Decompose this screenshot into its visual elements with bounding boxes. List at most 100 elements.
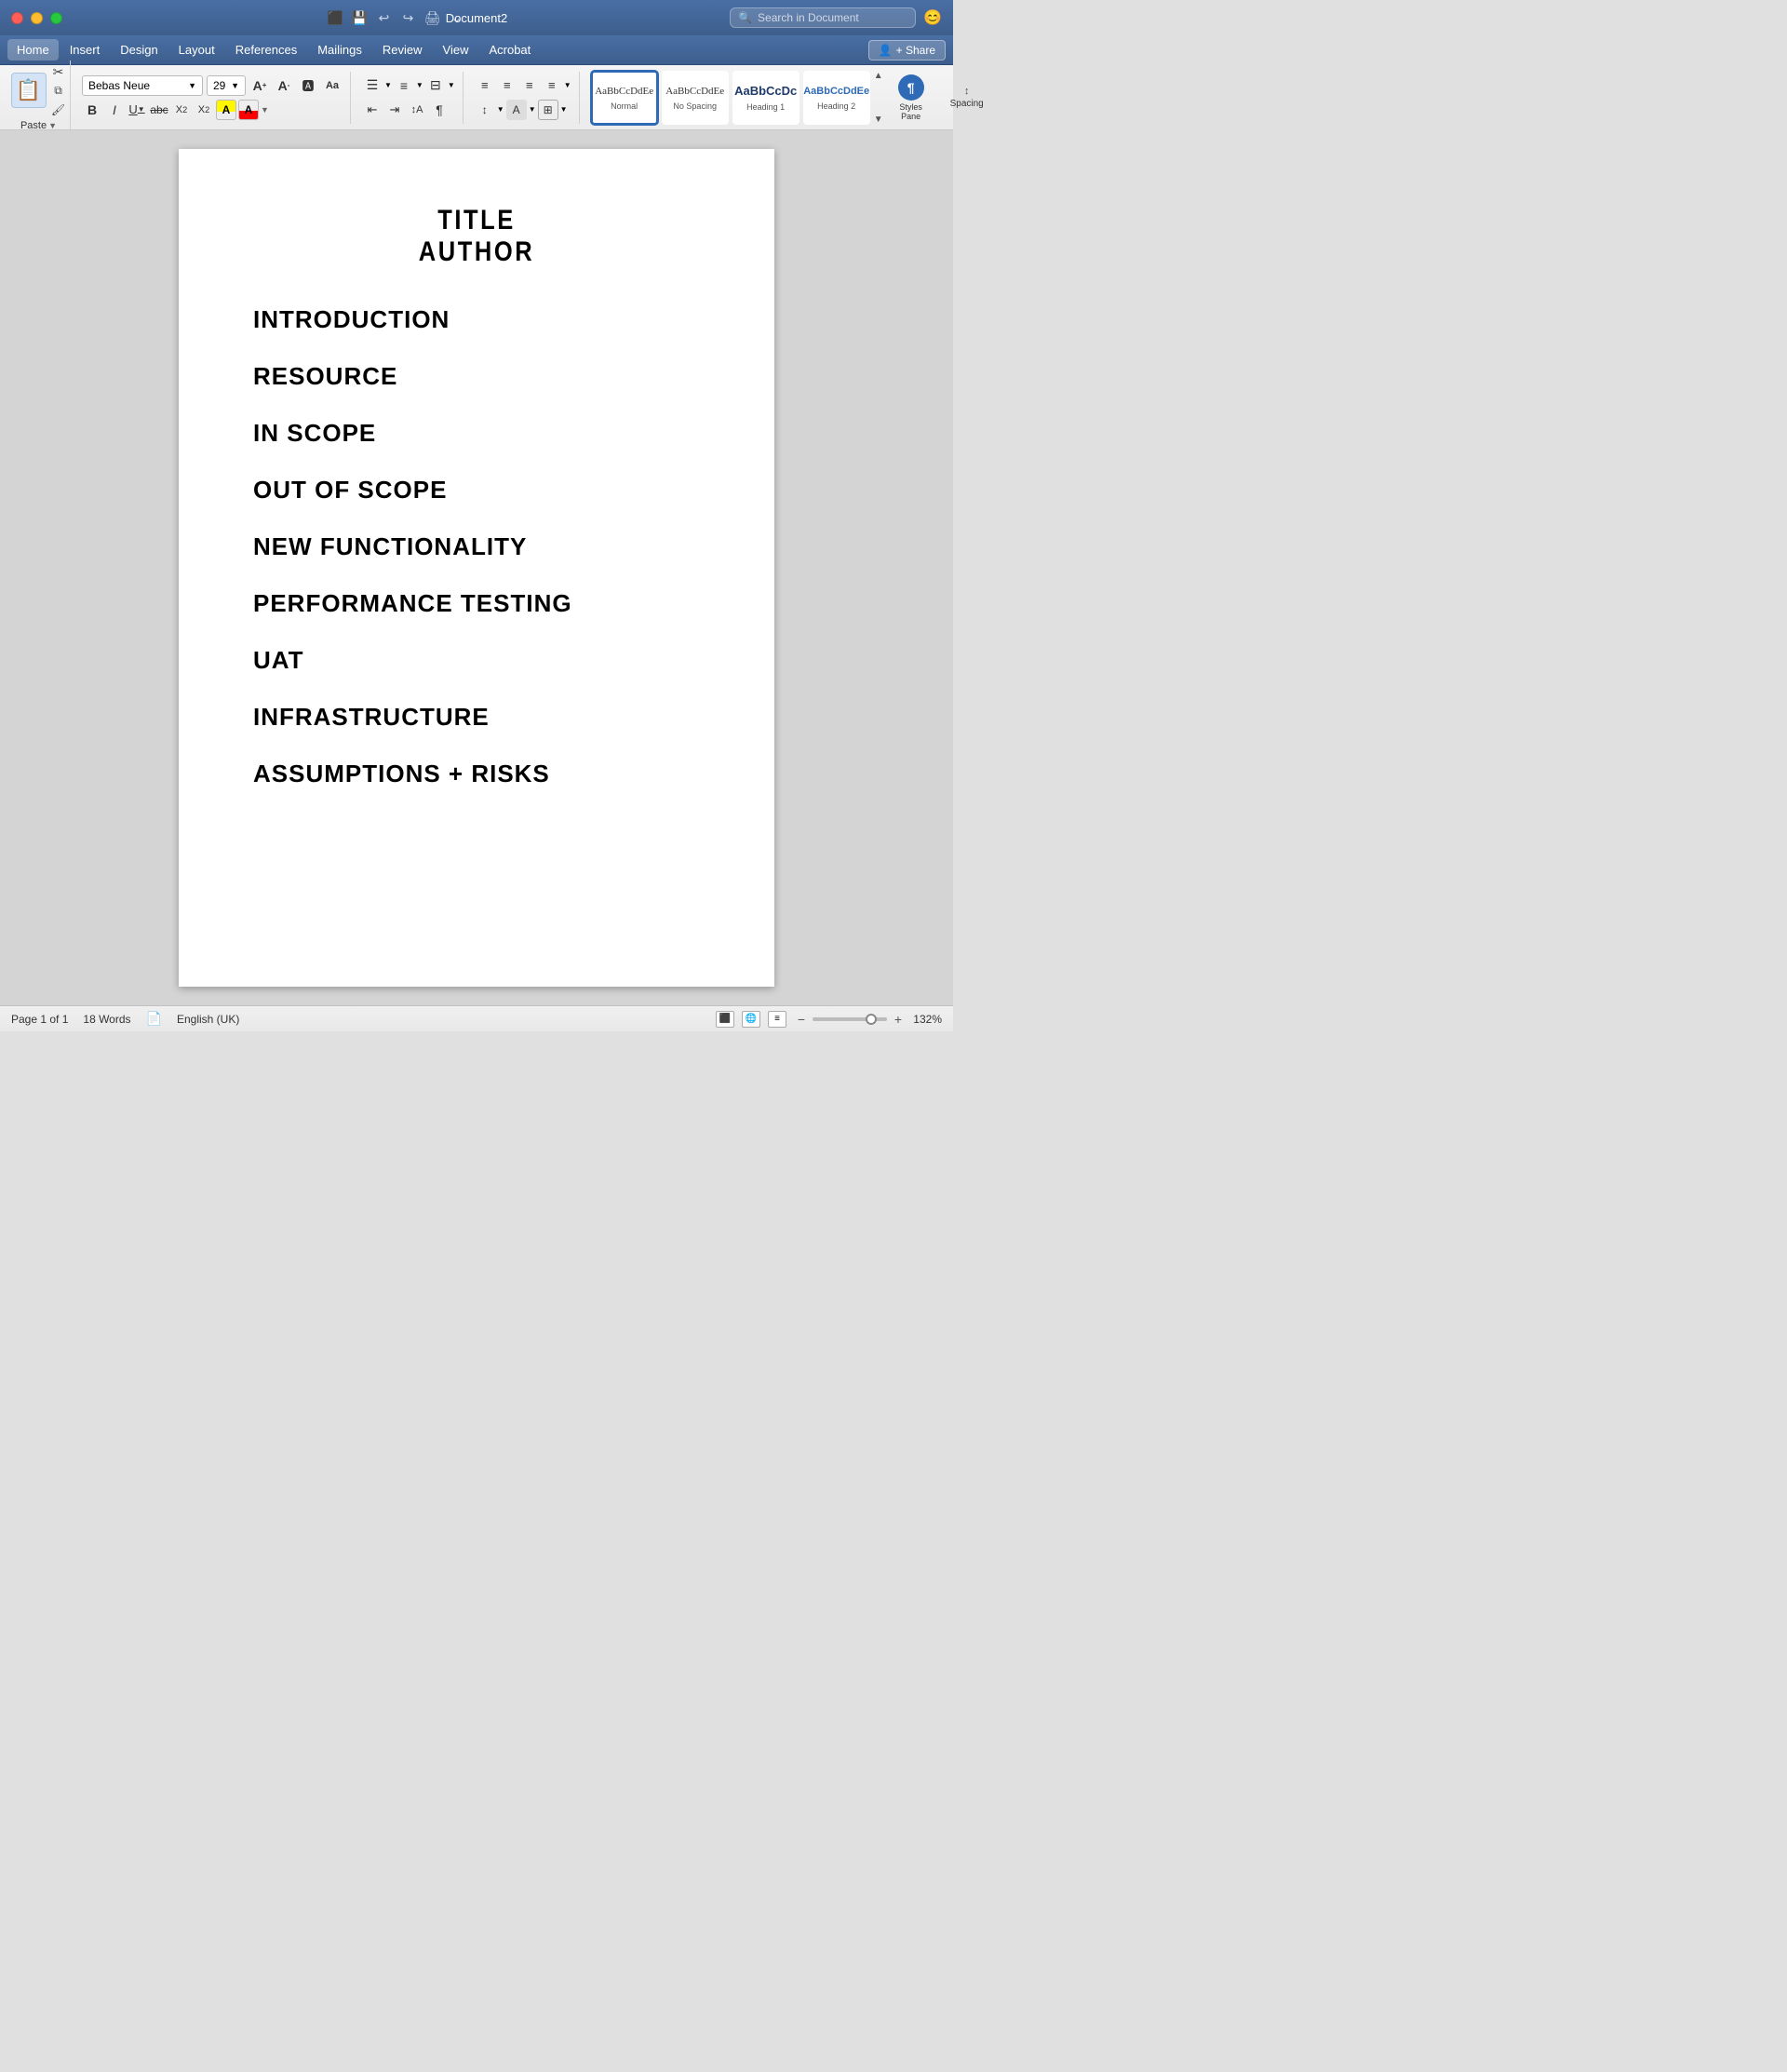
styles-pane-icon: ¶ [898,74,924,101]
save-icon[interactable]: 💾 [351,8,369,27]
menu-item-view[interactable]: View [434,39,478,61]
undo-icon[interactable]: ↩ [375,8,394,27]
align-right-button[interactable]: ≡ [519,75,540,96]
bullet-list-button[interactable]: ☰ [362,75,383,96]
print-icon[interactable]: 🖨 [423,8,442,27]
share-icon: 👤 [879,44,893,57]
share-button[interactable]: 👤 + Share [868,40,946,61]
paste-button[interactable]: 📋 [11,73,47,108]
strikethrough-button[interactable]: abc [149,100,169,120]
style-heading2[interactable]: AaBbCcDdEe Heading 2 [803,71,870,125]
borders-dropdown-icon[interactable]: ▼ [560,105,568,114]
align-dropdown-icon[interactable]: ▼ [564,81,571,89]
show-formatting-button[interactable]: ¶ [429,100,450,120]
clear-format-button[interactable]: 🅰 [298,75,318,96]
align-center-button[interactable]: ≡ [497,75,517,96]
change-case-button[interactable]: Aa [322,75,343,96]
spacing-button[interactable]: ↕ Spacing [947,82,988,113]
sidebar-toggle-icon[interactable]: ⬛ [327,8,345,27]
cut-button[interactable]: ✂ [50,64,67,81]
paste-dropdown-icon[interactable]: ▼ [48,121,57,130]
zoom-out-button[interactable]: − [794,1012,809,1027]
font-grow-button[interactable]: A+ [249,75,270,96]
document-heading: ASSUMPTIONS + RISKS [253,760,700,788]
document-page[interactable]: TITLE AUTHOR INTRODUCTIONRESOURCEIN SCOP… [179,149,774,987]
styles-section: AaBbCcDdEe Normal AaBbCcDdEe No Spacing … [584,67,995,128]
sort-button[interactable]: ↕A [407,100,427,120]
style-heading1-preview: AaBbCcDc [732,83,799,100]
paste-label: Paste [20,120,47,131]
language[interactable]: English (UK) [177,1013,239,1026]
bullet-dropdown-icon[interactable]: ▼ [384,81,392,89]
document-author: AUTHOR [287,236,666,268]
underline-button[interactable]: U▼ [127,100,147,120]
fullscreen-button[interactable] [50,12,62,24]
outline-view-button[interactable]: ≡ [768,1011,786,1028]
spacing-label: Spacing [950,99,984,109]
menu-item-design[interactable]: Design [111,39,167,61]
share-label: + Share [896,44,935,57]
redo-icon[interactable]: ↪ [399,8,418,27]
menu-item-mailings[interactable]: Mailings [308,39,371,61]
font-name-value: Bebas Neue [88,79,150,92]
zoom-in-button[interactable]: + [891,1012,906,1027]
font-shrink-button[interactable]: A- [274,75,294,96]
menu-item-review[interactable]: Review [373,39,432,61]
minimize-button[interactable] [31,12,43,24]
copy-button[interactable]: ⧉ [50,83,67,100]
list-section: ☰ ▼ ≡ ▼ ⊟ ▼ ⇤ ⇥ ↕A ¶ [355,72,464,124]
statusbar: Page 1 of 1 18 Words 📄 English (UK) ⬛ 🌐 … [0,1005,953,1031]
underline-dropdown-icon: ▼ [138,105,145,114]
increase-indent-button[interactable]: ⇥ [384,100,405,120]
multilevel-list-button[interactable]: ⊟ [425,75,446,96]
menu-item-references[interactable]: References [226,39,306,61]
document-heading: UAT [253,646,700,675]
font-color-button[interactable]: A [238,100,259,120]
bold-button[interactable]: B [82,100,102,120]
italic-button[interactable]: I [104,100,125,120]
styles-nav[interactable]: ▲ ▼ [874,71,883,125]
shading-dropdown-icon[interactable]: ▼ [529,105,536,114]
emoji-button[interactable]: 😊 [923,8,942,27]
web-layout-button[interactable]: 🌐 [742,1011,760,1028]
menu-item-insert[interactable]: Insert [60,39,110,61]
font-size-selector[interactable]: 29 ▼ [207,75,246,96]
page-info: Page 1 of 1 [11,1013,68,1026]
menu-item-layout[interactable]: Layout [169,39,224,61]
line-spacing-button[interactable]: ↕ [475,100,495,120]
borders-button[interactable]: ⊞ [538,100,558,120]
document-heading: OUT OF SCOPE [253,476,700,505]
style-normal[interactable]: AaBbCcDdEe Normal [591,71,658,125]
print-layout-button[interactable]: ⬛ [716,1011,734,1028]
traffic-lights [11,12,62,24]
font-color-dropdown-icon[interactable]: ▼ [261,105,269,114]
search-icon: 🔍 [738,11,752,24]
style-heading2-label: Heading 2 [817,101,855,111]
close-button[interactable] [11,12,23,24]
format-painter-button[interactable]: 🖌 [50,101,67,118]
styles-scroll-down-icon[interactable]: ▼ [874,114,883,125]
zoom-slider[interactable] [813,1017,887,1021]
line-spacing-dropdown-icon[interactable]: ▼ [497,105,504,114]
search-box[interactable]: 🔍 Search in Document [730,7,916,28]
style-heading1[interactable]: AaBbCcDc Heading 1 [732,71,799,125]
menu-item-acrobat[interactable]: Acrobat [479,39,540,61]
highlight-button[interactable]: A [216,100,236,120]
superscript-button[interactable]: X2 [194,100,214,120]
menu-item-home[interactable]: Home [7,39,59,61]
numbered-dropdown-icon[interactable]: ▼ [416,81,423,89]
numbered-list-button[interactable]: ≡ [394,75,414,96]
styles-scroll-up-icon[interactable]: ▲ [874,71,883,81]
font-name-selector[interactable]: Bebas Neue ▼ [82,75,203,96]
shading-button[interactable]: A [506,100,527,120]
subscript-button[interactable]: X2 [171,100,192,120]
justify-button[interactable]: ≡ [542,75,562,96]
decrease-indent-button[interactable]: ⇤ [362,100,383,120]
multilevel-dropdown-icon[interactable]: ▼ [448,81,455,89]
style-no-spacing[interactable]: AaBbCcDdEe No Spacing [662,71,729,125]
document-title: TITLE [287,205,666,236]
align-left-button[interactable]: ≡ [475,75,495,96]
proofread-icon[interactable]: 📄 [146,1011,162,1027]
search-placeholder: Search in Document [758,11,859,24]
styles-pane-button[interactable]: ¶ StylesPane [887,71,935,125]
